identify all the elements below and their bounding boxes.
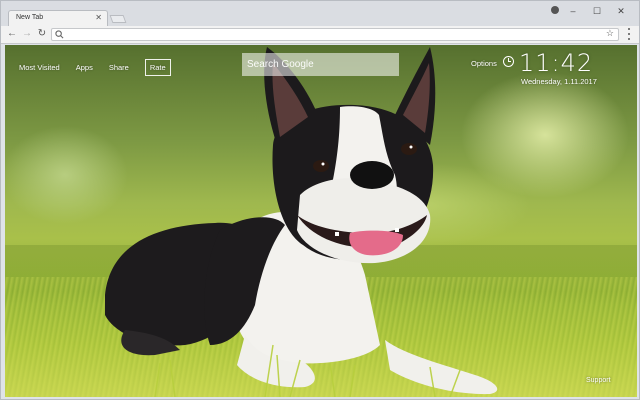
share-link[interactable]: Share bbox=[109, 63, 129, 72]
search-icon bbox=[55, 30, 64, 39]
most-visited-link[interactable]: Most Visited bbox=[19, 63, 60, 72]
clock-date: Wednesday, 1.11.2017 bbox=[521, 77, 597, 86]
bookmark-star-icon[interactable]: ☆ bbox=[606, 28, 614, 39]
clock-icon[interactable] bbox=[503, 56, 514, 67]
rate-button[interactable]: Rate bbox=[144, 59, 171, 76]
browser-window: New Tab ✕ – ☐ ✕ ← → ↻ ☆ Most Visited App… bbox=[0, 0, 640, 400]
tab-close-icon[interactable]: ✕ bbox=[95, 13, 102, 23]
boston-terrier-dog-image bbox=[105, 47, 498, 397]
maximize-icon[interactable]: ☐ bbox=[585, 4, 609, 18]
apps-link[interactable]: Apps bbox=[76, 63, 93, 72]
forward-icon[interactable]: → bbox=[21, 28, 33, 40]
browser-menu-icon[interactable] bbox=[627, 28, 631, 40]
new-tab-button[interactable] bbox=[109, 15, 127, 23]
minimize-icon[interactable]: – bbox=[561, 4, 585, 18]
window-close-icon[interactable]: ✕ bbox=[609, 4, 633, 18]
profile-icon[interactable] bbox=[551, 6, 559, 14]
address-bar[interactable]: ☆ bbox=[51, 28, 619, 41]
reload-icon[interactable]: ↻ bbox=[36, 28, 48, 40]
browser-toolbar: ← → ↻ ☆ bbox=[1, 26, 639, 44]
clock-time: 11:42 bbox=[519, 49, 594, 77]
window-controls: – ☐ ✕ bbox=[561, 4, 633, 18]
back-icon[interactable]: ← bbox=[6, 28, 18, 40]
options-link[interactable]: Options bbox=[471, 59, 497, 68]
new-tab-page: Most Visited Apps Share Rate Options 11:… bbox=[5, 45, 637, 397]
support-link[interactable]: Support bbox=[586, 377, 611, 384]
tab-strip: New Tab ✕ – ☐ ✕ bbox=[1, 1, 639, 27]
search-input[interactable] bbox=[242, 53, 399, 76]
top-nav-links: Most Visited Apps Share Rate bbox=[19, 59, 171, 76]
tab-title: New Tab bbox=[16, 14, 44, 21]
tab-new-tab[interactable]: New Tab ✕ bbox=[8, 10, 108, 27]
search-box bbox=[242, 53, 399, 76]
